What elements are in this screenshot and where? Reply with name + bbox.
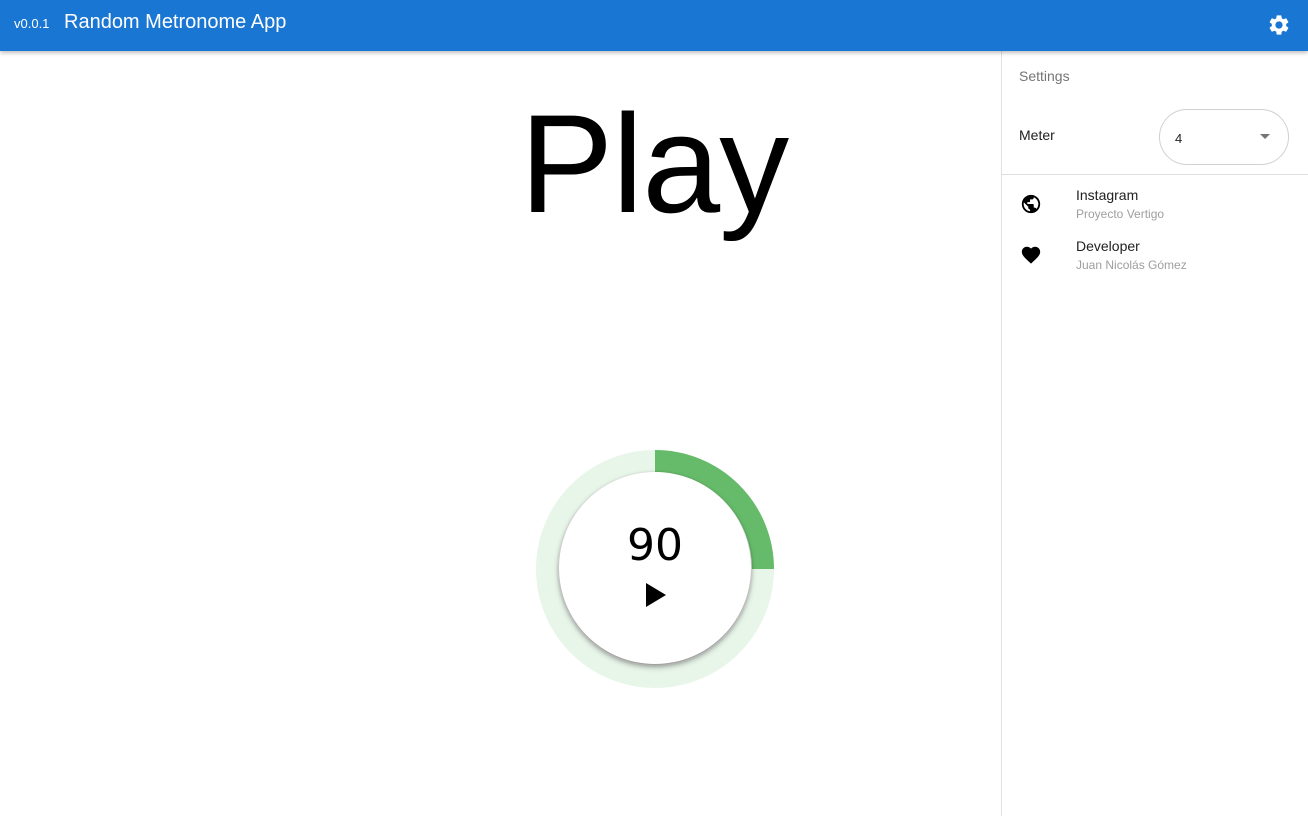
meter-select[interactable]: 4 bbox=[1159, 109, 1289, 165]
app-title: Random Metronome App bbox=[64, 11, 287, 33]
globe-icon bbox=[1021, 194, 1041, 214]
list-item-instagram[interactable]: Instagram Proyecto Vertigo bbox=[1002, 181, 1308, 229]
divider bbox=[1002, 174, 1308, 175]
settings-button[interactable] bbox=[1266, 12, 1292, 38]
settings-header: Settings bbox=[1019, 68, 1070, 84]
list-item-subtitle: Juan Nicolás Gómez bbox=[1076, 258, 1187, 272]
meter-label: Meter bbox=[1019, 127, 1055, 143]
app-version: v0.0.1 bbox=[14, 16, 50, 31]
chevron-down-icon bbox=[1260, 134, 1270, 139]
list-item-subtitle: Proyecto Vertigo bbox=[1076, 207, 1165, 221]
gear-icon bbox=[1269, 15, 1289, 35]
list-item-title: Instagram bbox=[1076, 187, 1139, 203]
meter-value: 4 bbox=[1175, 131, 1183, 146]
tempo-play-button[interactable]: 90 bbox=[559, 472, 751, 664]
list-item-developer[interactable]: Developer Juan Nicolás Gómez bbox=[1002, 232, 1308, 280]
list-item-title: Developer bbox=[1076, 238, 1140, 254]
bpm-value: 90 bbox=[627, 520, 683, 571]
app-bar: v0.0.1 Random Metronome App bbox=[0, 0, 1308, 51]
play-icon bbox=[646, 583, 666, 607]
heart-icon bbox=[1021, 246, 1041, 264]
settings-drawer: Settings Meter 4 Instagram Proyecto Vert… bbox=[1001, 51, 1308, 816]
